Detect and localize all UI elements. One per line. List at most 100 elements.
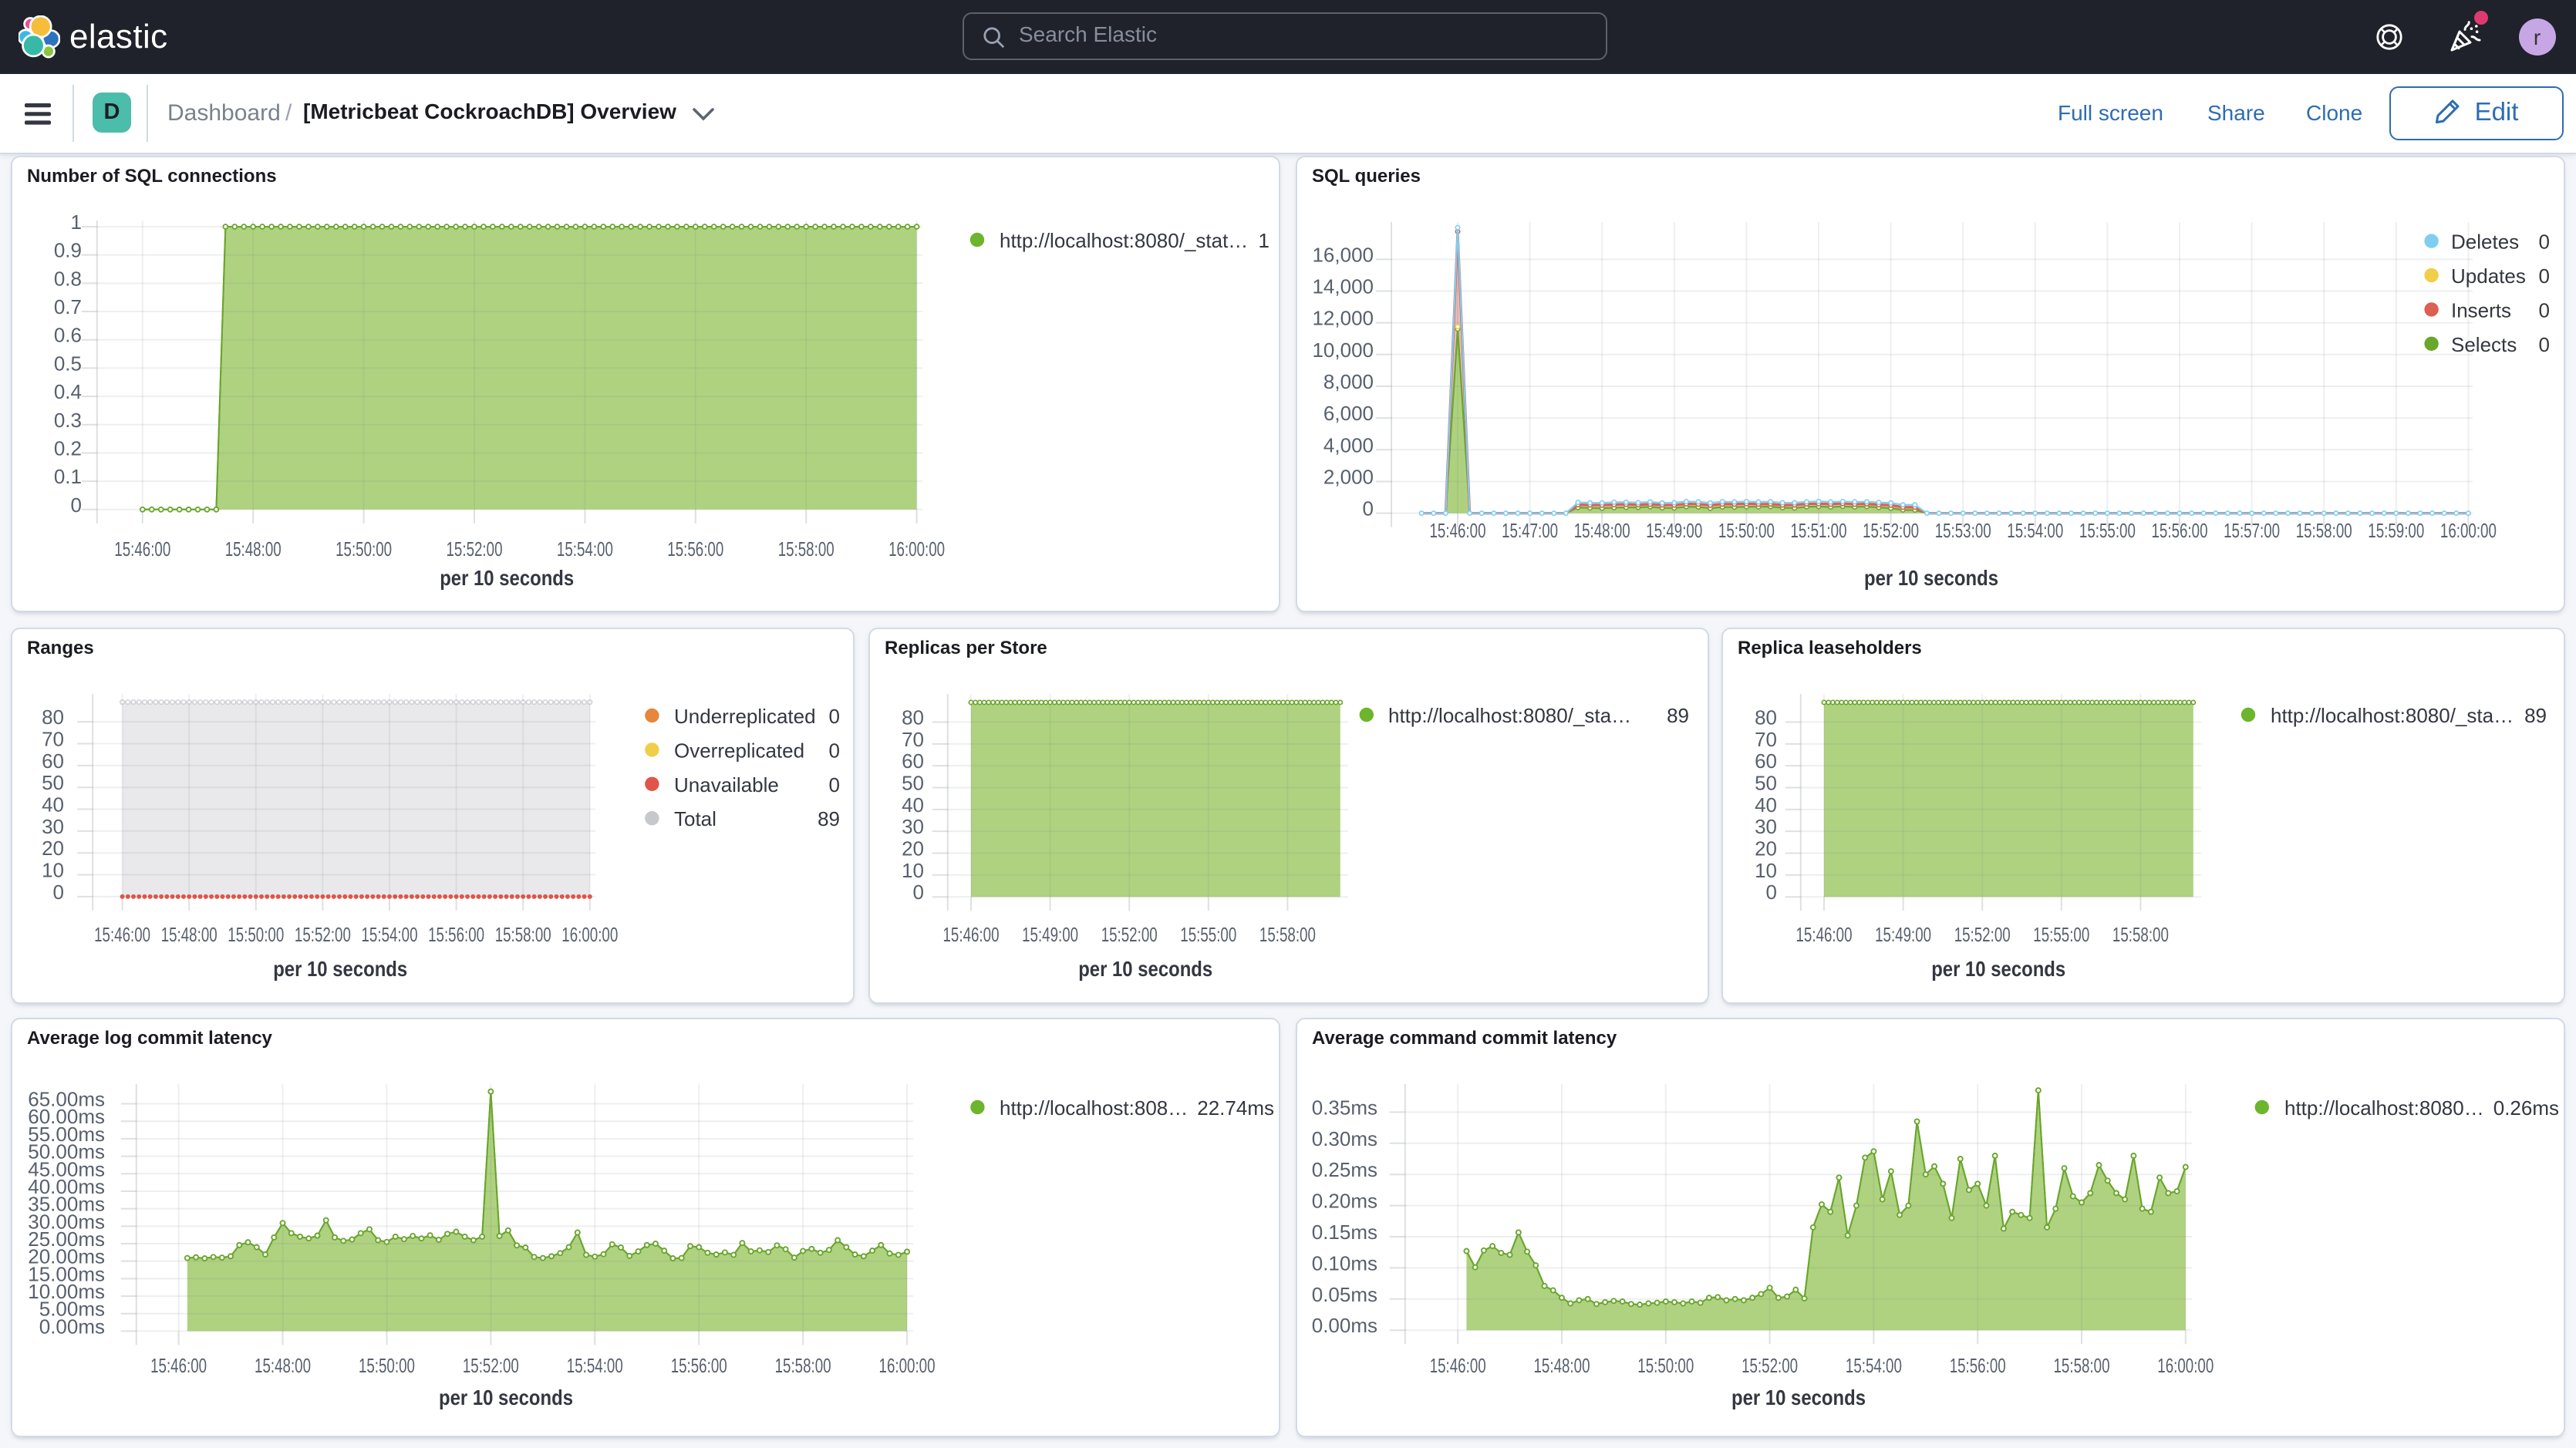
svg-text:60: 60 (1755, 749, 1777, 773)
svg-text:15:58:00: 15:58:00 (778, 537, 835, 561)
svg-text:15:56:00: 15:56:00 (667, 537, 723, 561)
svg-text:Deletes: Deletes (2451, 231, 2519, 254)
svg-text:60: 60 (902, 749, 924, 773)
svg-text:15:51:00: 15:51:00 (1791, 519, 1847, 542)
svg-text:Overreplicated: Overreplicated (674, 739, 804, 762)
svg-text:Unavailable: Unavailable (674, 773, 779, 796)
svg-text:16:00:00: 16:00:00 (561, 923, 618, 946)
svg-text:0.2: 0.2 (54, 436, 82, 460)
svg-text:0.05ms: 0.05ms (1312, 1283, 1377, 1306)
svg-text:15:47:00: 15:47:00 (1502, 519, 1558, 542)
svg-text:89: 89 (2524, 704, 2547, 727)
svg-text:89: 89 (818, 807, 840, 830)
svg-text:70: 70 (902, 728, 924, 751)
svg-text:15:49:00: 15:49:00 (1022, 923, 1078, 946)
svg-text:70: 70 (1755, 728, 1777, 751)
svg-text:16:00:00: 16:00:00 (2440, 519, 2497, 542)
svg-text:15:50:00: 15:50:00 (1637, 1354, 1694, 1377)
svg-text:40: 40 (902, 793, 924, 817)
svg-text:15:58:00: 15:58:00 (495, 923, 551, 946)
svg-text:15:52:00: 15:52:00 (1741, 1354, 1798, 1377)
svg-text:15:54:00: 15:54:00 (2007, 519, 2063, 542)
svg-text:14,000: 14,000 (1312, 274, 1374, 298)
svg-text:http://localhost:8080/_sta…: http://localhost:8080/_sta… (2271, 704, 2514, 727)
svg-text:16:00:00: 16:00:00 (879, 1354, 936, 1377)
svg-text:20: 20 (42, 837, 64, 860)
svg-text:15:46:00: 15:46:00 (943, 923, 1000, 946)
svg-text:Selects: Selects (2451, 333, 2517, 356)
svg-text:15:56:00: 15:56:00 (2152, 519, 2208, 542)
svg-text:15:54:00: 15:54:00 (567, 1354, 623, 1377)
svg-text:per 10 seconds: per 10 seconds (273, 957, 407, 981)
svg-text:15:50:00: 15:50:00 (1718, 519, 1775, 542)
svg-text:15:52:00: 15:52:00 (463, 1354, 519, 1377)
svg-text:Updates: Updates (2451, 264, 2526, 288)
svg-text:15:52:00: 15:52:00 (1101, 923, 1158, 946)
svg-text:15:58:00: 15:58:00 (1259, 923, 1316, 946)
svg-text:15:56:00: 15:56:00 (1950, 1354, 2006, 1377)
svg-text:10,000: 10,000 (1312, 338, 1374, 362)
svg-text:16,000: 16,000 (1312, 243, 1374, 266)
svg-text:15:46:00: 15:46:00 (1796, 923, 1853, 946)
svg-text:0: 0 (913, 881, 924, 904)
svg-text:15:52:00: 15:52:00 (447, 537, 503, 561)
svg-text:0.9: 0.9 (54, 239, 82, 262)
svg-text:50: 50 (42, 771, 64, 794)
svg-text:0: 0 (2539, 298, 2550, 322)
svg-text:70: 70 (42, 728, 64, 751)
svg-text:0.25ms: 0.25ms (1312, 1158, 1377, 1181)
svg-text:40: 40 (1755, 793, 1777, 817)
svg-text:0: 0 (1766, 881, 1777, 904)
svg-text:15:48:00: 15:48:00 (161, 923, 217, 946)
svg-text:6,000: 6,000 (1323, 402, 1374, 425)
svg-text:15:52:00: 15:52:00 (295, 923, 351, 946)
svg-text:15:48:00: 15:48:00 (1534, 1354, 1590, 1377)
svg-text:15:58:00: 15:58:00 (2054, 1354, 2110, 1377)
svg-text:0: 0 (2539, 231, 2550, 254)
svg-text:1: 1 (71, 210, 82, 234)
svg-text:Underreplicated: Underreplicated (674, 705, 816, 728)
svg-text:30: 30 (902, 815, 924, 838)
svg-text:http://localhost:8080/_stat…: http://localhost:8080/_stat… (1000, 229, 1248, 252)
svg-text:per 10 seconds: per 10 seconds (1864, 566, 1998, 590)
svg-text:0.7: 0.7 (54, 295, 82, 318)
svg-text:15:56:00: 15:56:00 (671, 1354, 727, 1377)
svg-text:15:52:00: 15:52:00 (1954, 923, 2011, 946)
svg-text:4,000: 4,000 (1323, 433, 1374, 456)
svg-text:10: 10 (1755, 859, 1777, 882)
svg-text:0: 0 (71, 493, 82, 517)
svg-text:30: 30 (42, 815, 64, 838)
svg-text:0.5: 0.5 (54, 352, 82, 375)
svg-text:Inserts: Inserts (2451, 298, 2511, 322)
svg-text:per 10 seconds: per 10 seconds (439, 1386, 573, 1409)
svg-text:50: 50 (1755, 772, 1777, 795)
svg-text:15:46:00: 15:46:00 (1430, 519, 1486, 542)
svg-text:15:55:00: 15:55:00 (2033, 923, 2089, 946)
svg-text:15:48:00: 15:48:00 (1574, 519, 1630, 542)
svg-text:16:00:00: 16:00:00 (2157, 1354, 2214, 1377)
svg-text:2,000: 2,000 (1323, 465, 1374, 488)
svg-text:15:50:00: 15:50:00 (228, 923, 284, 946)
svg-text:per 10 seconds: per 10 seconds (1731, 1386, 1866, 1409)
svg-text:15:58:00: 15:58:00 (2296, 519, 2352, 542)
svg-text:0.1: 0.1 (54, 465, 82, 488)
svg-text:http://localhost:8080…: http://localhost:8080… (2284, 1096, 2484, 1120)
svg-text:15:46:00: 15:46:00 (150, 1354, 207, 1377)
svg-text:0.10ms: 0.10ms (1312, 1251, 1377, 1275)
svg-text:0.8: 0.8 (54, 267, 82, 290)
svg-text:80: 80 (42, 705, 64, 729)
svg-text:15:48:00: 15:48:00 (255, 1354, 311, 1377)
svg-text:60: 60 (42, 749, 64, 773)
svg-text:22.74ms: 22.74ms (1197, 1096, 1274, 1120)
svg-text:15:54:00: 15:54:00 (557, 537, 613, 561)
svg-text:50: 50 (902, 772, 924, 795)
svg-text:65.00ms: 65.00ms (28, 1088, 105, 1111)
svg-text:0: 0 (829, 739, 840, 762)
svg-text:16:00:00: 16:00:00 (888, 537, 945, 561)
svg-text:0.15ms: 0.15ms (1312, 1221, 1377, 1244)
svg-text:0: 0 (2539, 264, 2550, 288)
svg-text:15:55:00: 15:55:00 (2079, 519, 2136, 542)
svg-text:0: 0 (53, 881, 64, 904)
svg-text:15:57:00: 15:57:00 (2224, 519, 2280, 542)
svg-text:10: 10 (902, 859, 924, 882)
